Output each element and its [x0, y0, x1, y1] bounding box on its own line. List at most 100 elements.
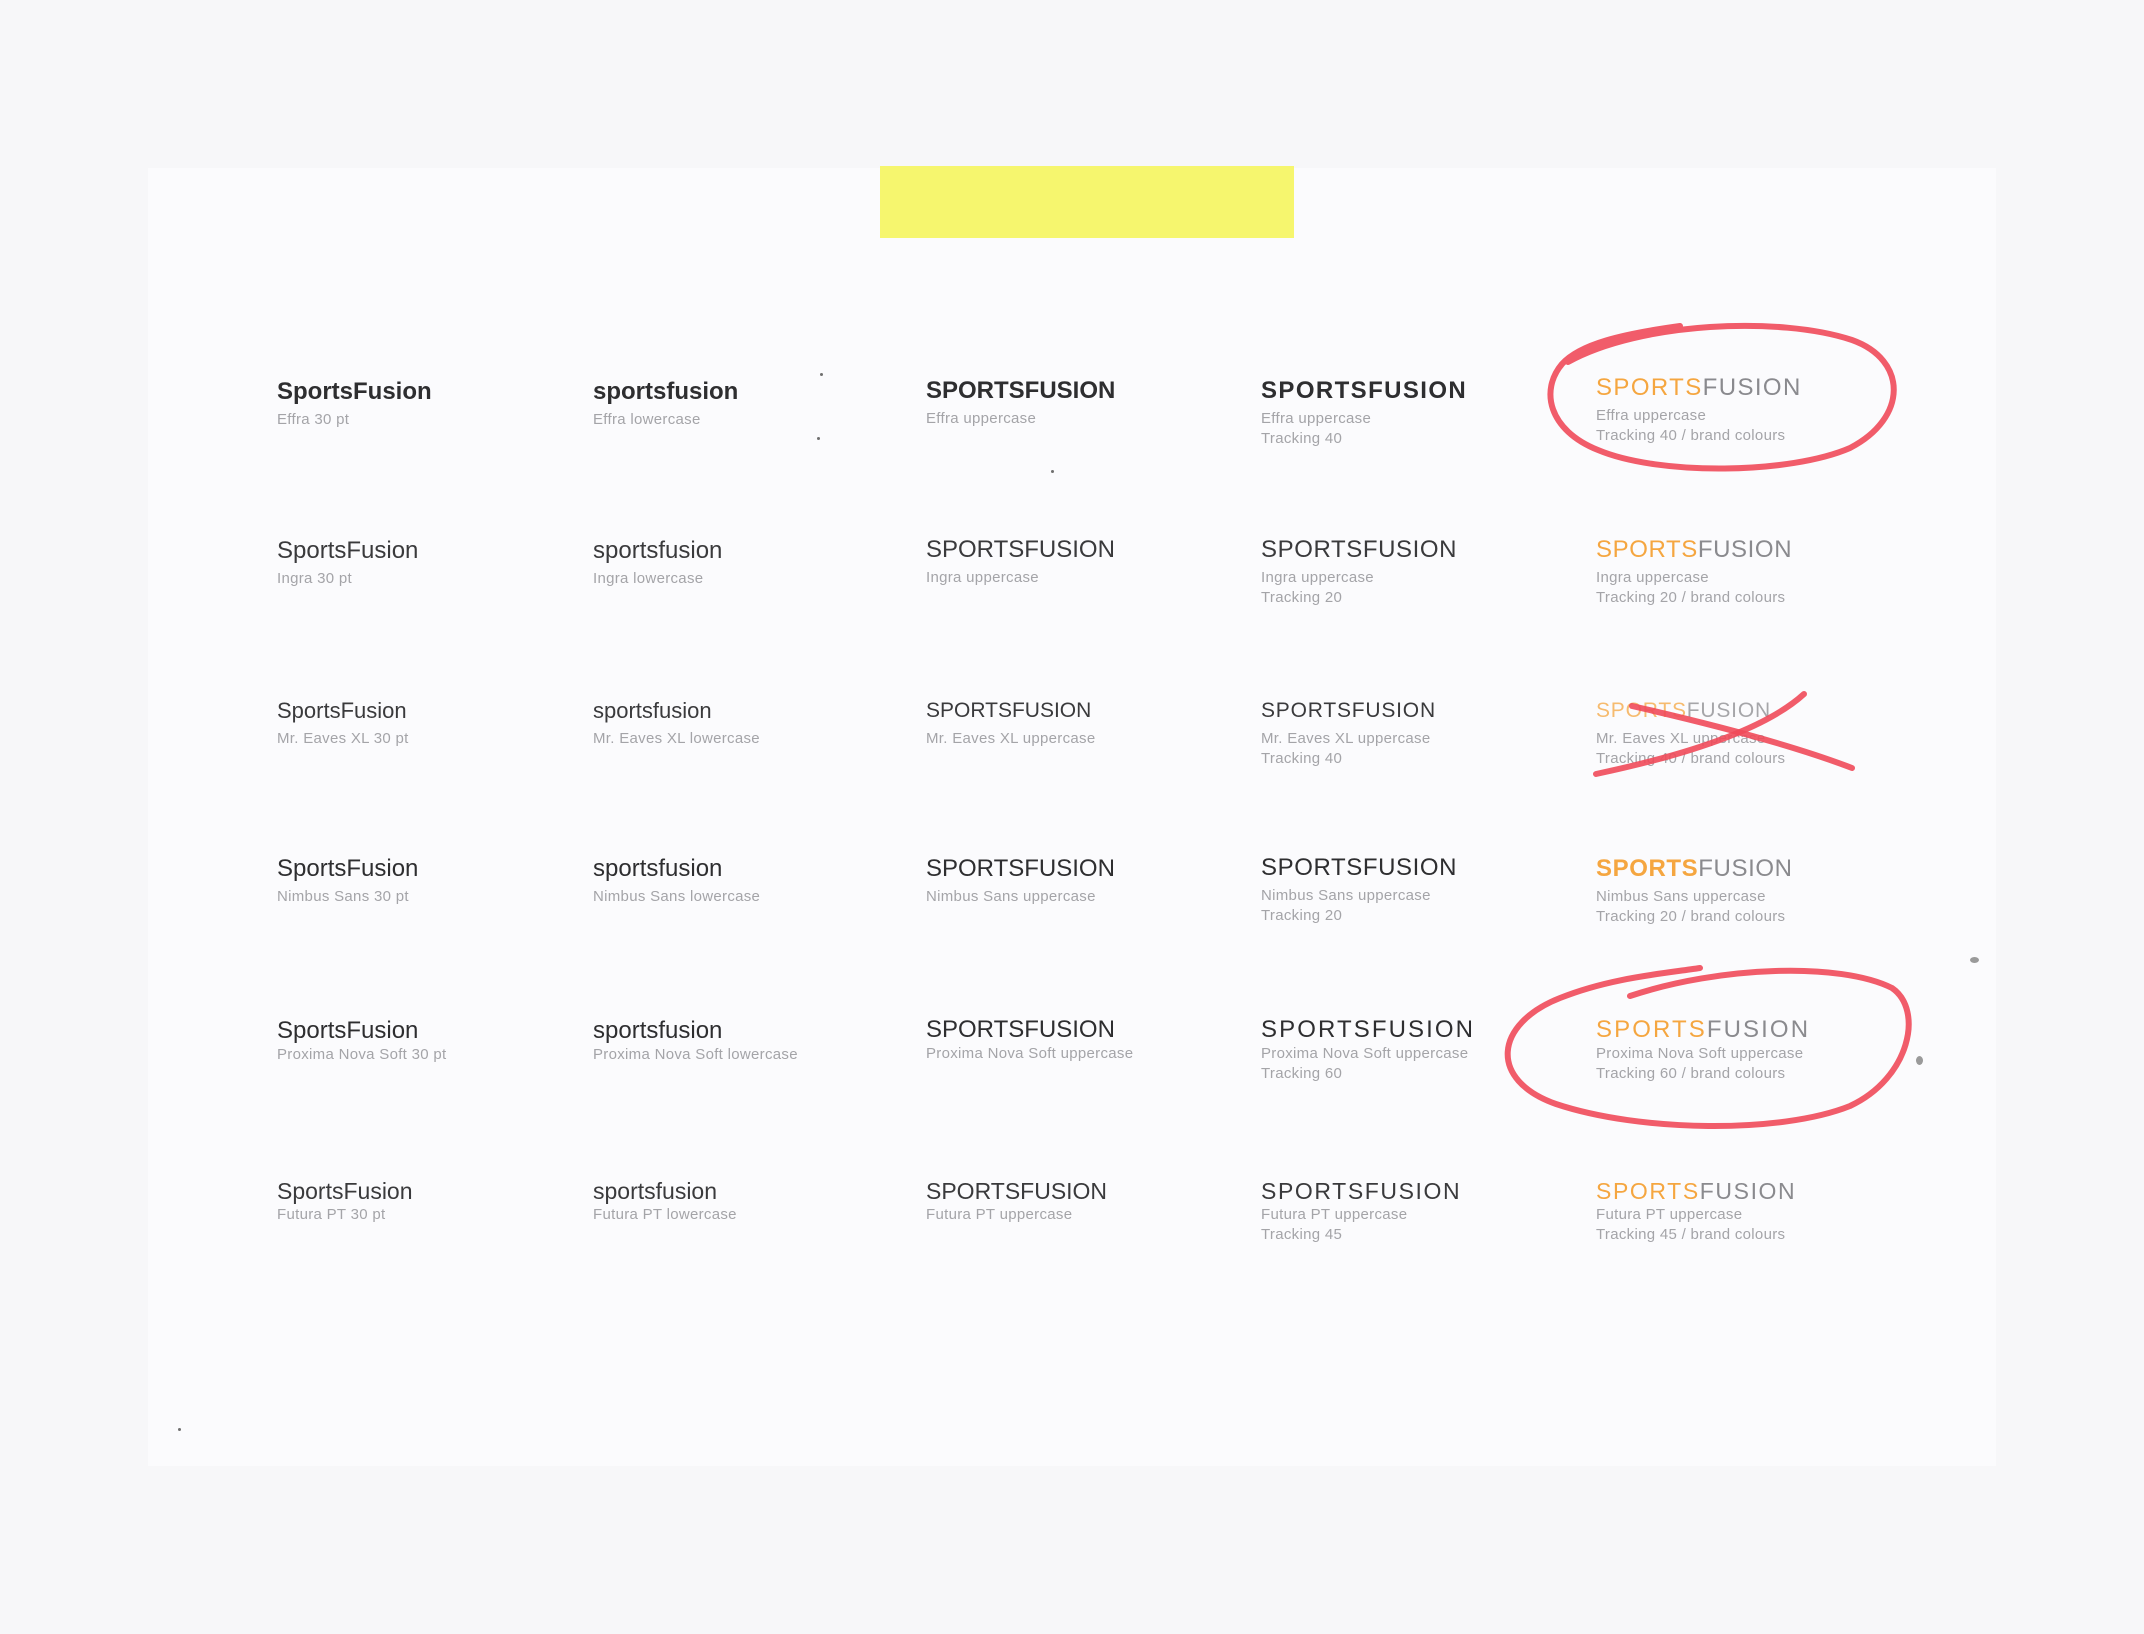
sample-brand-part2: FUSION	[1706, 1016, 1811, 1043]
specimen-caption: Ingra 30 pt	[277, 570, 353, 587]
specimen-caption: Futura PT uppercase	[926, 1206, 1073, 1223]
yellow-tape	[880, 166, 1294, 238]
specimen-caption-tracking: Tracking 40	[1261, 430, 1343, 447]
paper-speck	[1970, 957, 1979, 963]
specimen-nimbus-uppercase: SPORTSFUSION Nimbus Sans uppercase	[926, 855, 1115, 907]
specimen-mreaves-tracking: SPORTSFUSION Mr. Eaves XL uppercase Trac…	[1261, 697, 1436, 769]
sample-brand-part2: FUSION	[1699, 1178, 1797, 1204]
sample-brand-part1: SPORTS	[1596, 1178, 1700, 1204]
specimen-caption: Mr. Eaves XL 30 pt	[277, 730, 409, 747]
specimen-effra-brand: SPORTSFUSION Effra uppercase Tracking 40…	[1596, 374, 1802, 446]
specimen-caption: Nimbus Sans 30 pt	[277, 888, 409, 905]
specimen-effra-lowercase: sportsfusion Effra lowercase	[593, 378, 738, 430]
specimen-sample-brand: SPORTSFUSION	[1596, 855, 1793, 883]
specimen-proxima-uppercase: SPORTSFUSION Proxima Nova Soft uppercase	[926, 1016, 1133, 1064]
specimen-caption-tracking: Tracking 40	[1261, 750, 1343, 767]
sample-brand-part1: SPORTS	[1596, 374, 1703, 401]
sample-brand-part1: SPORTS	[1596, 536, 1698, 563]
specimen-caption: Effra 30 pt	[277, 411, 350, 428]
specimen-caption: Nimbus Sans lowercase	[593, 888, 761, 905]
specimen-sample: SPORTSFUSION	[1261, 854, 1458, 881]
specimen-caption: Proxima Nova Soft lowercase	[593, 1046, 798, 1063]
specimen-sample: SPORTSFUSION	[1261, 536, 1458, 563]
specimen-proxima-lowercase: sportsfusion Proxima Nova Soft lowercase	[593, 1017, 798, 1065]
specimen-proxima-30pt: SportsFusion Proxima Nova Soft 30 pt	[277, 1017, 446, 1065]
specimen-sample: SportsFusion	[277, 537, 419, 564]
specimen-caption: Nimbus Sans uppercase	[926, 888, 1096, 905]
specimen-proxima-tracking: SPORTSFUSION Proxima Nova Soft uppercase…	[1261, 1016, 1475, 1084]
specimen-caption-tracking: Tracking 20 / brand colours	[1596, 589, 1786, 606]
specimen-caption-tracking: Tracking 60	[1261, 1065, 1343, 1082]
specimen-sample-brand: SPORTSFUSION	[1596, 1177, 1796, 1205]
specimen-caption: Nimbus Sans uppercase	[1261, 887, 1431, 904]
specimen-caption: Futura PT uppercase	[1261, 1206, 1408, 1223]
specimen-sample: sportsfusion	[593, 855, 723, 882]
paper-speck	[1916, 1056, 1923, 1065]
specimen-sample: SportsFusion	[277, 1017, 419, 1044]
specimen-mreaves-uppercase: SPORTSFUSION Mr. Eaves XL uppercase	[926, 697, 1095, 749]
specimen-sample: sportsfusion	[593, 698, 712, 723]
sample-brand-part1: SPORTS	[1596, 1016, 1707, 1043]
specimen-caption: Effra uppercase	[926, 410, 1037, 427]
specimen-sample-brand: SPORTSFUSION	[1596, 1016, 1810, 1044]
specimen-caption-tracking: Tracking 20	[1261, 589, 1343, 606]
specimen-ingra-lowercase: sportsfusion Ingra lowercase	[593, 537, 722, 589]
specimen-caption: Proxima Nova Soft uppercase	[926, 1045, 1134, 1062]
specimen-nimbus-brand: SPORTSFUSION Nimbus Sans uppercase Track…	[1596, 855, 1793, 927]
sample-brand-part2: FUSION	[1702, 374, 1802, 401]
sample-brand-part1: SPORTS	[1596, 855, 1699, 882]
specimen-caption: Ingra uppercase	[926, 569, 1039, 586]
specimen-mreaves-brand: SPORTSFUSION Mr. Eaves XL uppercase Trac…	[1596, 697, 1785, 769]
specimen-sample-brand: SPORTSFUSION	[1596, 697, 1785, 725]
specimen-futura-lowercase: sportsfusion Futura PT lowercase	[593, 1177, 737, 1225]
specimen-caption: Proxima Nova Soft uppercase	[1596, 1045, 1804, 1062]
specimen-sample-brand: SPORTSFUSION	[1596, 536, 1792, 564]
specimen-sample: SPORTSFUSION	[926, 377, 1116, 404]
specimen-futura-tracking: SPORTSFUSION Futura PT uppercase Trackin…	[1261, 1177, 1461, 1245]
specimen-mreaves-lowercase: sportsfusion Mr. Eaves XL lowercase	[593, 697, 760, 749]
specimen-sample: sportsfusion	[593, 1178, 718, 1204]
specimen-mreaves-30pt: SportsFusion Mr. Eaves XL 30 pt	[277, 697, 409, 749]
specimen-caption: Ingra uppercase	[1596, 569, 1709, 586]
specimen-caption-tracking: Tracking 40 / brand colours	[1596, 427, 1786, 444]
specimen-sample-brand: SPORTSFUSION	[1596, 374, 1802, 402]
paper-speck	[817, 437, 820, 440]
specimen-nimbus-tracking: SPORTSFUSION Nimbus Sans uppercase Track…	[1261, 854, 1457, 926]
specimen-futura-30pt: SportsFusion Futura PT 30 pt	[277, 1177, 413, 1225]
specimen-effra-tracking: SPORTSFUSION Effra uppercase Tracking 40	[1261, 377, 1467, 449]
paper-sheet	[148, 168, 1996, 1466]
specimen-sample: SPORTSFUSION	[1261, 1016, 1476, 1043]
sample-brand-part2: FUSION	[1698, 855, 1793, 882]
specimen-caption-tracking: Tracking 45	[1261, 1226, 1343, 1243]
specimen-nimbus-lowercase: sportsfusion Nimbus Sans lowercase	[593, 855, 760, 907]
specimen-caption: Proxima Nova Soft 30 pt	[277, 1046, 447, 1063]
specimen-sample: SPORTSFUSION	[1261, 377, 1468, 404]
specimen-sample: SportsFusion	[277, 855, 419, 882]
specimen-caption: Effra uppercase	[1596, 407, 1707, 424]
specimen-ingra-tracking: SPORTSFUSION Ingra uppercase Tracking 20	[1261, 536, 1457, 608]
specimen-caption-tracking: Tracking 20 / brand colours	[1596, 908, 1786, 925]
specimen-caption: Effra uppercase	[1261, 410, 1372, 427]
specimen-caption: Futura PT uppercase	[1596, 1206, 1743, 1223]
specimen-caption: Futura PT lowercase	[593, 1206, 737, 1223]
specimen-sample: SPORTSFUSION	[926, 855, 1115, 882]
specimen-caption: Nimbus Sans uppercase	[1596, 888, 1766, 905]
specimen-ingra-uppercase: SPORTSFUSION Ingra uppercase	[926, 536, 1115, 588]
specimen-futura-uppercase: SPORTSFUSION Futura PT uppercase	[926, 1177, 1107, 1225]
specimen-effra-uppercase: SPORTSFUSION Effra uppercase	[926, 377, 1115, 429]
specimen-sample: sportsfusion	[593, 378, 739, 405]
specimen-caption: Mr. Eaves XL uppercase	[926, 730, 1096, 747]
specimen-sample: SportsFusion	[277, 378, 432, 405]
specimen-sample: SPORTSFUSION	[1261, 1178, 1462, 1204]
specimen-ingra-brand: SPORTSFUSION Ingra uppercase Tracking 20…	[1596, 536, 1792, 608]
sample-brand-part2: FUSION	[1686, 699, 1771, 722]
specimen-caption: Ingra uppercase	[1261, 569, 1374, 586]
specimen-caption: Mr. Eaves XL uppercase	[1261, 730, 1431, 747]
specimen-caption-tracking: Tracking 45 / brand colours	[1596, 1226, 1786, 1243]
sample-brand-part2: FUSION	[1697, 536, 1793, 563]
paper-speck	[1051, 470, 1054, 473]
specimen-caption-tracking: Tracking 60 / brand colours	[1596, 1065, 1786, 1082]
paper-speck	[178, 1428, 181, 1431]
specimen-caption-tracking: Tracking 40 / brand colours	[1596, 750, 1786, 767]
specimen-effra-30pt: SportsFusion Effra 30 pt	[277, 378, 432, 430]
